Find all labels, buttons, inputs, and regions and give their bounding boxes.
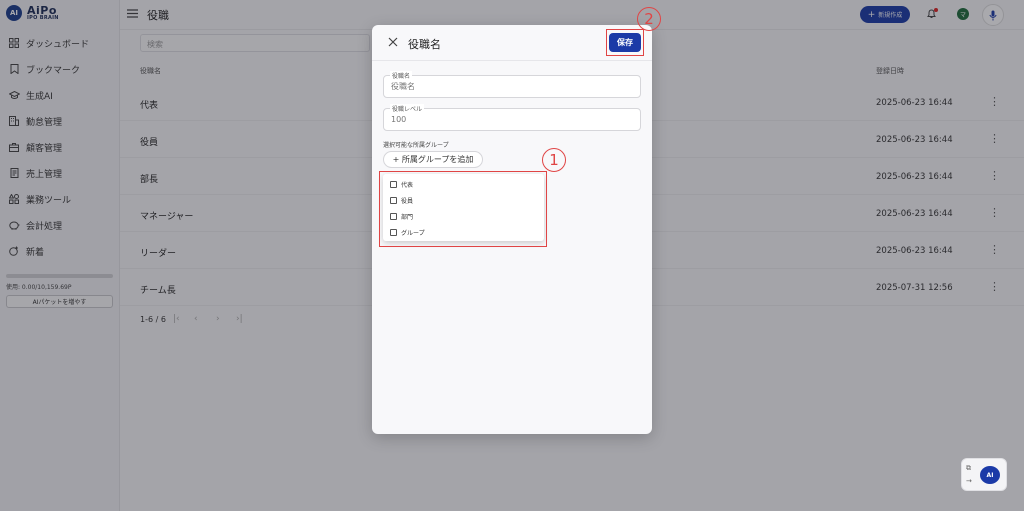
ai-assistant-widget[interactable]: ⧉ → AI xyxy=(961,458,1007,491)
role-level-field[interactable]: 役職レベル xyxy=(383,104,641,131)
role-name-label: 役職名 xyxy=(390,71,413,80)
external-link-icon[interactable]: ⧉ xyxy=(966,464,971,473)
ai-chat-icon[interactable]: AI xyxy=(980,466,1000,484)
dialog-title: 役職名 xyxy=(408,38,441,51)
role-name-input[interactable] xyxy=(391,82,631,91)
annotation-marker-2: 2 xyxy=(637,7,661,31)
group-section-label: 選択可能な所属グループ xyxy=(383,142,449,149)
divider xyxy=(372,60,652,61)
role-name-field[interactable]: 役職名 xyxy=(383,71,641,98)
add-group-button[interactable]: + 所属グループを追加 xyxy=(383,151,483,168)
annotation-box-2 xyxy=(606,29,644,56)
role-level-input[interactable] xyxy=(391,115,631,124)
annotation-box-1 xyxy=(379,171,547,247)
arrow-right-icon[interactable]: → xyxy=(966,477,972,485)
close-icon[interactable] xyxy=(388,36,398,50)
annotation-marker-1: 1 xyxy=(542,148,566,172)
role-level-label: 役職レベル xyxy=(390,104,425,113)
